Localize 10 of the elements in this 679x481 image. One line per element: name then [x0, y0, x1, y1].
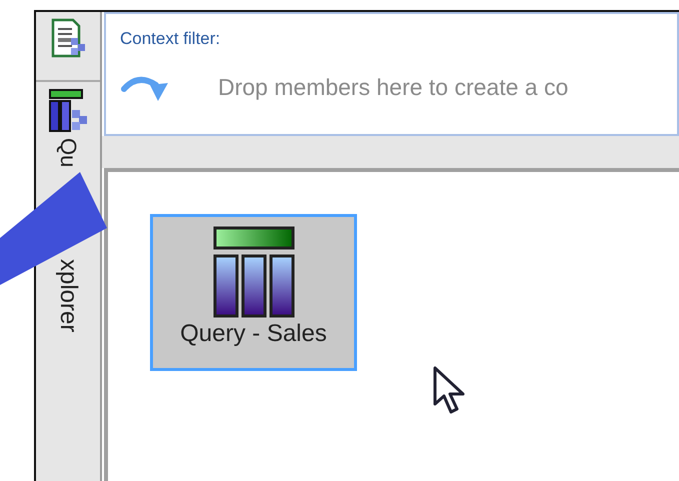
context-filter-label: Context filter: [120, 28, 220, 50]
context-filter-panel[interactable]: Context filter: Drop members here to create a co [104, 12, 679, 136]
query-icon [212, 226, 294, 318]
query-tile-label: Query - Sales [180, 322, 327, 346]
query-tile[interactable]: Query - Sales [150, 214, 357, 371]
tab-label: Qu [57, 138, 79, 168]
report-icon[interactable] [49, 18, 87, 60]
drop-hint: Drop members here to create a co [218, 72, 568, 102]
query-icon[interactable] [48, 88, 88, 134]
tab-label: xplorer [56, 259, 80, 333]
